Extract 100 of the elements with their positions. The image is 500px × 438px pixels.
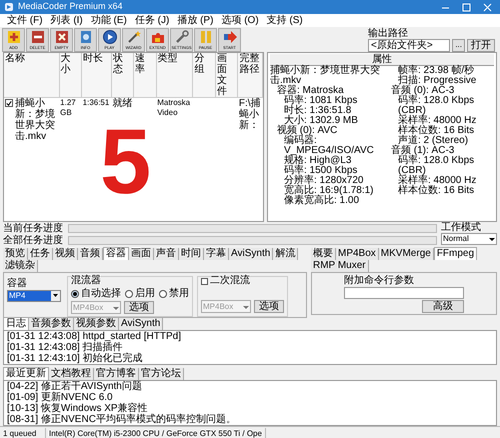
log-line: [01-31 12:43:08] httpd_started [HTTPd]	[7, 331, 182, 342]
output-path-field[interactable]: <原始文件夹>	[368, 38, 450, 52]
menu-item[interactable]: 支持 (S)	[264, 14, 306, 26]
tab[interactable]: AviSynth	[229, 248, 274, 260]
tree-item[interactable]: 样本位数: 16 Bits	[384, 126, 494, 136]
menu-item[interactable]: 播放 (P)	[174, 14, 216, 26]
group-label: 混流器	[71, 276, 101, 286]
tab[interactable]: FFmpeg	[434, 247, 478, 260]
tab[interactable]: AviSynth	[119, 318, 164, 330]
tree-item[interactable]: 采样率: 48000 Hz	[384, 176, 494, 186]
table-cell: 1:36:51	[82, 98, 110, 107]
tab[interactable]: 解流	[273, 248, 298, 260]
tree-item[interactable]: 宽高比: 16:9(1.78:1)	[270, 186, 380, 196]
window-title: MediaCoder Premium x64	[18, 0, 123, 14]
tab[interactable]: 任务	[28, 248, 53, 260]
tree-item[interactable]: 声道: 2 (Stereo)	[384, 136, 494, 146]
tree-root[interactable]: 捕蝇小新：梦境世界大突击.mkv	[270, 66, 380, 86]
tree-item[interactable]: 码率: 1081 Kbps	[270, 96, 380, 106]
tree-item[interactable]: 采样率: 48000 Hz	[384, 116, 494, 126]
dropdown-icon	[112, 304, 120, 310]
tab[interactable]: 官方论坛	[139, 368, 184, 380]
tree-item[interactable]: 码率: 128.0 Kbps (CBR)	[384, 156, 494, 176]
checkbox[interactable]	[5, 99, 13, 107]
browse-button[interactable]: ...	[452, 38, 465, 52]
tree-item[interactable]: 容器: Matroska	[270, 86, 380, 96]
tab[interactable]: 概要	[311, 248, 336, 260]
tree-item[interactable]: 码率: 128.0 Kbps (CBR)	[384, 96, 494, 116]
play-icon	[102, 28, 118, 44]
menu-item[interactable]: 任务 (J)	[132, 14, 172, 26]
progress-label: 全部任务进度	[3, 235, 64, 246]
tab[interactable]: 预览	[3, 248, 28, 260]
tab[interactable]: RMP Muxer	[311, 260, 369, 272]
minus-icon	[30, 28, 46, 44]
tab[interactable]: 音频	[78, 248, 103, 260]
menu-item[interactable]: 文件 (F)	[4, 14, 46, 26]
tab[interactable]: 滤镜杂	[3, 260, 38, 272]
work-mode-select[interactable]: Normal	[441, 233, 497, 245]
container-select[interactable]: MP4	[7, 290, 61, 302]
advanced-button[interactable]: 高级	[422, 300, 464, 312]
tab[interactable]: 文档教程	[49, 368, 94, 380]
extra-args-field[interactable]	[344, 286, 464, 298]
extra-args-label: 附加命令行参数	[344, 274, 415, 286]
tree-item[interactable]: 扫描: Progressive	[384, 76, 494, 86]
tree-item[interactable]: 分辨率: 1280x720	[270, 176, 380, 186]
column-header[interactable]: 画面文件	[215, 53, 238, 98]
tree-item[interactable]: 像素宽高比: 1.00	[270, 196, 380, 206]
column-header[interactable]: 速率	[134, 53, 156, 98]
step-number: 5	[100, 116, 152, 208]
tab[interactable]: 音频参数	[29, 318, 74, 330]
tab[interactable]: 官方博客	[94, 368, 139, 380]
table-cell-text: 捕蝇小新：梦境世界大突击.mkv	[15, 98, 56, 142]
column-header[interactable]: 类型	[156, 53, 193, 98]
table-cell: 1.27 GB	[60, 98, 76, 117]
column-header[interactable]: 大小	[59, 53, 82, 98]
tab[interactable]: 最近更新	[3, 367, 49, 380]
tree-item[interactable]: 样本位数: 16 Bits	[384, 186, 494, 196]
dropdown: MP4Box	[71, 301, 121, 314]
dropdown-icon	[51, 291, 60, 301]
log-line: [01-31 12:43:08] 扫描插件	[7, 342, 123, 353]
column-header[interactable]: 名称	[4, 53, 60, 98]
tab[interactable]: MP4Box	[336, 248, 379, 260]
tab[interactable]: 时间	[179, 248, 204, 260]
log-line: [04-22] 修正若干AVISynth问题	[7, 381, 143, 392]
tree-item[interactable]: 音频 (0): AC-3	[384, 86, 494, 96]
tree-item[interactable]: 码率: 1500 Kbps	[270, 166, 380, 176]
column-header[interactable]: 状态	[111, 53, 134, 98]
close-icon	[483, 2, 492, 12]
menu-item[interactable]: 功能 (E)	[88, 14, 130, 26]
log-line: [08-31] 修正NVENC平均码率模式的码率控制问题。	[7, 414, 237, 425]
tree-item[interactable]: 时长: 1:36:51.8	[270, 106, 380, 116]
container-label: 容器	[7, 278, 28, 289]
cross-icon	[54, 28, 70, 44]
tree-item[interactable]: 大小: 1302.9 MB	[270, 116, 380, 126]
menu-item[interactable]: 选项 (O)	[218, 14, 262, 26]
maximize-icon	[462, 2, 471, 12]
tab[interactable]: 日志	[3, 317, 29, 330]
wrench-icon	[174, 28, 190, 44]
column-header[interactable]: 时长	[82, 53, 112, 98]
tab[interactable]: 声音	[154, 248, 179, 260]
output-path-label: 输出路径	[368, 28, 409, 38]
tab[interactable]: 画面	[129, 248, 154, 260]
log-line: [01-09] 更新NVENC 6.0	[7, 392, 114, 403]
tab[interactable]: MKVMerge	[378, 248, 434, 260]
dropdown-icon	[488, 236, 496, 242]
tab[interactable]: 视频参数	[74, 318, 119, 330]
tree-item[interactable]: 音频 (1): AC-3	[384, 146, 494, 156]
tree-item[interactable]: 视频 (0): AVC	[270, 126, 380, 136]
progress-label: 当前任务进度	[3, 223, 64, 234]
tree-item[interactable]: 编码器: V_MPEG4/ISO/AVC	[270, 136, 380, 156]
work-mode-label: 工作模式	[441, 223, 482, 233]
column-header[interactable]: 分组	[192, 53, 216, 98]
tree-item[interactable]: 帧率: 23.98 帧/秒	[384, 66, 494, 76]
tab[interactable]: 字幕	[204, 248, 229, 260]
arrow-icon	[222, 28, 238, 44]
tree-item[interactable]: 规格: High@L3	[270, 156, 380, 166]
tab[interactable]: 视频	[53, 248, 78, 260]
menu-item[interactable]: 列表 (I)	[48, 14, 86, 26]
plus-icon	[6, 28, 22, 44]
open-button[interactable]: 打开	[467, 38, 495, 52]
tab[interactable]: 容器	[103, 247, 129, 260]
